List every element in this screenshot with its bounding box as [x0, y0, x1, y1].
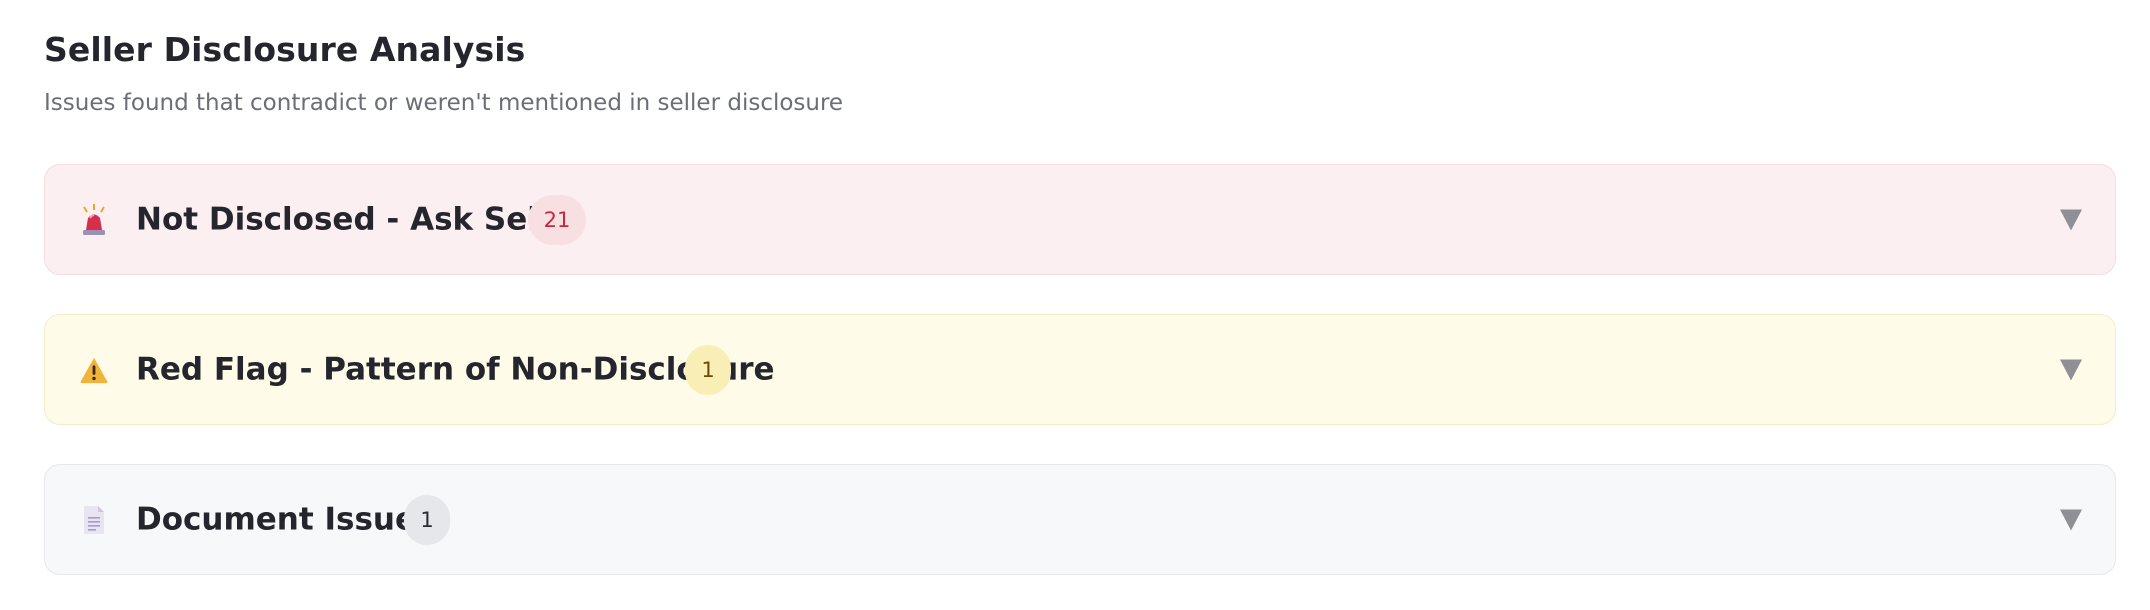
- chevron-down-icon[interactable]: [2060, 359, 2082, 380]
- section-label: Not Disclosed - Ask Seller: [136, 200, 585, 237]
- warning-icon: [79, 353, 109, 387]
- chevron-down-icon[interactable]: [2060, 209, 2082, 230]
- page-subtitle: Issues found that contradict or weren't …: [44, 90, 844, 116]
- siren-icon: [79, 203, 109, 237]
- section-not-disclosed[interactable]: Not Disclosed - Ask Seller 21: [44, 164, 2116, 275]
- section-label: Document Issues: [136, 500, 435, 537]
- section-document-issues[interactable]: Document Issues 1: [44, 464, 2116, 575]
- page-title: Seller Disclosure Analysis: [44, 30, 526, 69]
- count-badge: 1: [404, 494, 450, 545]
- count-badge: 21: [528, 194, 586, 245]
- count-badge: 1: [685, 344, 731, 395]
- section-red-flag[interactable]: Red Flag - Pattern of Non-Disclosure 1: [44, 314, 2116, 425]
- document-icon: [79, 503, 109, 537]
- chevron-down-icon[interactable]: [2060, 509, 2082, 530]
- section-label: Red Flag - Pattern of Non-Disclosure: [136, 350, 775, 387]
